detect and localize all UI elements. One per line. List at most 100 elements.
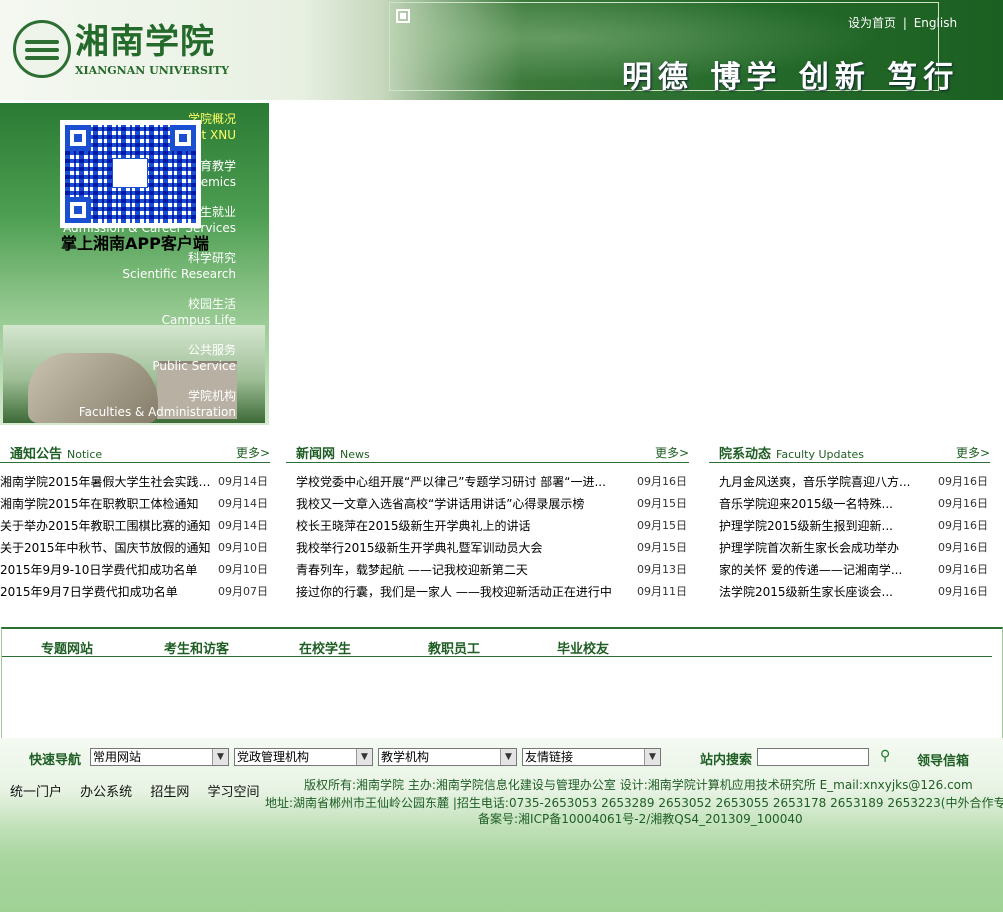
tab-current-students[interactable]: 在校学生 bbox=[299, 638, 351, 657]
chevron-down-icon: ▼ bbox=[500, 749, 516, 765]
quick-nav-label: 快速导航 bbox=[29, 753, 82, 768]
select-value: 友情链接 bbox=[525, 750, 574, 764]
item-date: 09月10日 bbox=[218, 541, 268, 554]
notice-title: 通知公告 Notice bbox=[10, 443, 102, 462]
search-icon[interactable]: ⚲ bbox=[880, 748, 914, 766]
faculty-list: 九月金风送爽，音乐学院喜迎八方... 09月16日 音乐学院迎来2015级一名特殊… bbox=[709, 471, 990, 603]
item-title: 关于举办2015年教职工围棋比赛的通知 bbox=[0, 519, 211, 533]
select-value: 常用网站 bbox=[93, 750, 142, 764]
qr-finder-icon bbox=[65, 197, 91, 223]
qr-finder-icon bbox=[170, 125, 196, 151]
list-item[interactable]: 我校又一文章入选省高校“学讲话用讲话”心得录展示榜 09月15日 bbox=[296, 493, 689, 515]
list-item[interactable]: 九月金风送爽，音乐学院喜迎八方... 09月16日 bbox=[719, 471, 990, 493]
footer-link-admissions[interactable]: 招生网 bbox=[150, 785, 189, 800]
notice-title-cn: 通知公告 bbox=[10, 447, 63, 462]
tab-special-sites[interactable]: 专题网站 bbox=[41, 638, 93, 657]
footer-link-portal[interactable]: 统一门户 bbox=[10, 785, 62, 800]
list-item[interactable]: 湘南学院2015年在职教职工体检通知 09月14日 bbox=[0, 493, 270, 515]
list-item[interactable]: 接过你的行囊，我们是一家人 ——我校迎新活动正在进行中 09月11日 bbox=[296, 581, 689, 603]
list-item[interactable]: 我校举行2015级新生开学典礼暨军训动员大会 09月15日 bbox=[296, 537, 689, 559]
qr-caption: 掌上湘南APP客户端 bbox=[61, 234, 209, 253]
nav-public-service-cn: 公共服务 bbox=[187, 343, 236, 357]
site-footer: 快速导航 常用网站 ▼ 党政管理机构 ▼ 教学机构 ▼ 友情链接 ▼ 站内搜索 ⚲ 领导… bbox=[0, 738, 1003, 912]
list-item[interactable]: 关于2015年中秋节、国庆节放假的通知 09月10日 bbox=[0, 537, 270, 559]
nav-faculties[interactable]: 学院机构 Faculties & Administration bbox=[79, 388, 236, 420]
item-date: 09月15日 bbox=[637, 497, 687, 510]
select-value: 教学机构 bbox=[381, 750, 430, 764]
chevron-down-icon: ▼ bbox=[212, 749, 228, 765]
list-item[interactable]: 校长王晓萍在2015级新生开学典礼上的讲话 09月15日 bbox=[296, 515, 689, 537]
site-header: 湘南学院 XIANGNAN UNIVERSITY 设为首页 | English … bbox=[0, 0, 1003, 100]
news-title: 新闻网 News bbox=[296, 443, 370, 462]
audience-tabs-panel: 专题网站 考生和访客 在校学生 教职员工 毕业校友 bbox=[1, 627, 1003, 738]
faculty-title: 院系动态 Faculty Updates bbox=[719, 443, 864, 462]
item-title: 护理学院2015级新生报到迎新... bbox=[719, 519, 893, 533]
list-item[interactable]: 护理学院2015级新生报到迎新... 09月16日 bbox=[719, 515, 990, 537]
tab-applicants-visitors[interactable]: 考生和访客 bbox=[164, 638, 229, 657]
item-title: 关于2015年中秋节、国庆节放假的通知 bbox=[0, 541, 211, 555]
item-date: 09月16日 bbox=[938, 497, 988, 510]
list-item[interactable]: 护理学院首次新生家长会成功举办 09月16日 bbox=[719, 537, 990, 559]
app-qr-code[interactable] bbox=[60, 120, 201, 228]
nav-research[interactable]: 科学研究 Scientific Research bbox=[122, 250, 236, 282]
nav-faculties-en: Faculties & Administration bbox=[78, 405, 236, 419]
nav-faculties-cn: 学院机构 bbox=[187, 389, 236, 403]
party-admin-select[interactable]: 党政管理机构 ▼ bbox=[234, 748, 373, 766]
list-item[interactable]: 学校党委中心组开展“严以律己”专题学习研讨 部署“一进... 09月16日 bbox=[296, 471, 689, 493]
item-date: 09月13日 bbox=[637, 563, 687, 576]
news-list: 学校党委中心组开展“严以律己”专题学习研讨 部署“一进... 09月16日 我校又… bbox=[286, 471, 689, 603]
leader-mailbox-link[interactable]: 领导信箱 bbox=[917, 750, 969, 769]
footer-link-study-space[interactable]: 学习空间 bbox=[207, 785, 259, 800]
item-title: 学校党委中心组开展“严以律己”专题学习研讨 部署“一进... bbox=[296, 475, 606, 489]
footer-links: 统一门户 办公系统 招生网 学习空间 bbox=[10, 781, 273, 800]
faculty-more-link[interactable]: 更多> bbox=[956, 444, 990, 461]
list-item[interactable]: 湘南学院2015年暑假大学生社会实践调... 09月14日 bbox=[0, 471, 270, 493]
list-item[interactable]: 青春列车，载梦起航 ——记我校迎新第二天 09月13日 bbox=[296, 559, 689, 581]
select-value: 党政管理机构 bbox=[237, 750, 310, 764]
faculty-header: 院系动态 Faculty Updates 更多> bbox=[709, 440, 990, 463]
list-item[interactable]: 音乐学院迎来2015级一名特殊... 09月16日 bbox=[719, 493, 990, 515]
logo-chinese-name: 湘南学院 bbox=[75, 22, 215, 62]
address-text: 地址:湖南省郴州市王仙岭公园东麓 |招生电话:0735-2653053 2653… bbox=[265, 796, 1003, 810]
english-version-link[interactable]: English bbox=[914, 16, 957, 30]
set-homepage-link[interactable]: 设为首页 bbox=[848, 16, 896, 30]
list-item[interactable]: 2015年9月9-10日学费代扣成功名单 09月10日 bbox=[0, 559, 270, 581]
list-item[interactable]: 关于举办2015年教职工围棋比赛的通知 09月14日 bbox=[0, 515, 270, 537]
nav-campus-life[interactable]: 校园生活 Campus Life bbox=[162, 296, 236, 328]
banner-toggle-icon[interactable] bbox=[396, 9, 410, 23]
news-more-link[interactable]: 更多> bbox=[655, 444, 689, 461]
news-title-en: News bbox=[340, 448, 370, 461]
notice-more-link[interactable]: 更多> bbox=[236, 444, 270, 461]
list-item[interactable]: 2015年9月7日学费代扣成功名单 09月07日 bbox=[0, 581, 270, 603]
footer-link-office-system[interactable]: 办公系统 bbox=[80, 785, 132, 800]
item-date: 09月16日 bbox=[938, 563, 988, 576]
item-title: 家的关怀 爱的传递——记湘南学... bbox=[719, 563, 903, 577]
item-title: 音乐学院迎来2015级一名特殊... bbox=[719, 497, 893, 511]
list-item[interactable]: 法学院2015级新生家长座谈会... 09月16日 bbox=[719, 581, 990, 603]
quick-navigation-bar: 快速导航 常用网站 ▼ 党政管理机构 ▼ 教学机构 ▼ 友情链接 ▼ 站内搜索 ⚲ 领导… bbox=[0, 747, 1003, 769]
list-item[interactable]: 家的关怀 爱的传递——记湘南学... 09月16日 bbox=[719, 559, 990, 581]
nav-public-service[interactable]: 公共服务 Public Service bbox=[152, 342, 236, 374]
item-date: 09月16日 bbox=[637, 475, 687, 488]
tab-alumni[interactable]: 毕业校友 bbox=[557, 638, 609, 657]
friendly-links-select[interactable]: 友情链接 ▼ bbox=[522, 748, 661, 766]
icp-record-text: 备案号:湘ICP备10004061号-2/湘教QS4_201309_100040 bbox=[478, 812, 803, 826]
item-date: 09月16日 bbox=[938, 475, 988, 488]
teaching-units-select[interactable]: 教学机构 ▼ bbox=[378, 748, 517, 766]
tab-faculty-staff[interactable]: 教职员工 bbox=[428, 638, 480, 657]
university-logo[interactable]: 湘南学院 XIANGNAN UNIVERSITY bbox=[13, 20, 229, 82]
site-search-input[interactable] bbox=[757, 748, 869, 766]
notice-list: 湘南学院2015年暑假大学生社会实践调... 09月14日 湘南学院2015年在职… bbox=[0, 471, 270, 603]
item-date: 09月14日 bbox=[218, 519, 268, 532]
notice-title-en: Notice bbox=[67, 448, 103, 461]
item-date: 09月16日 bbox=[938, 585, 988, 598]
nav-public-service-en: Public Service bbox=[152, 359, 236, 373]
item-title: 我校举行2015级新生开学典礼暨军训动员大会 bbox=[296, 541, 543, 555]
notice-header: 通知公告 Notice 更多> bbox=[0, 440, 270, 463]
item-date: 09月11日 bbox=[637, 585, 687, 598]
top-links-separator: | bbox=[902, 16, 907, 30]
item-title: 青春列车，载梦起航 ——记我校迎新第二天 bbox=[296, 563, 528, 577]
faculty-title-en: Faculty Updates bbox=[776, 448, 865, 461]
copyright-text: 版权所有:湘南学院 主办:湘南学院信息化建设与管理办公室 设计:湘南学院计算机应… bbox=[304, 778, 973, 792]
common-sites-select[interactable]: 常用网站 ▼ bbox=[90, 748, 229, 766]
